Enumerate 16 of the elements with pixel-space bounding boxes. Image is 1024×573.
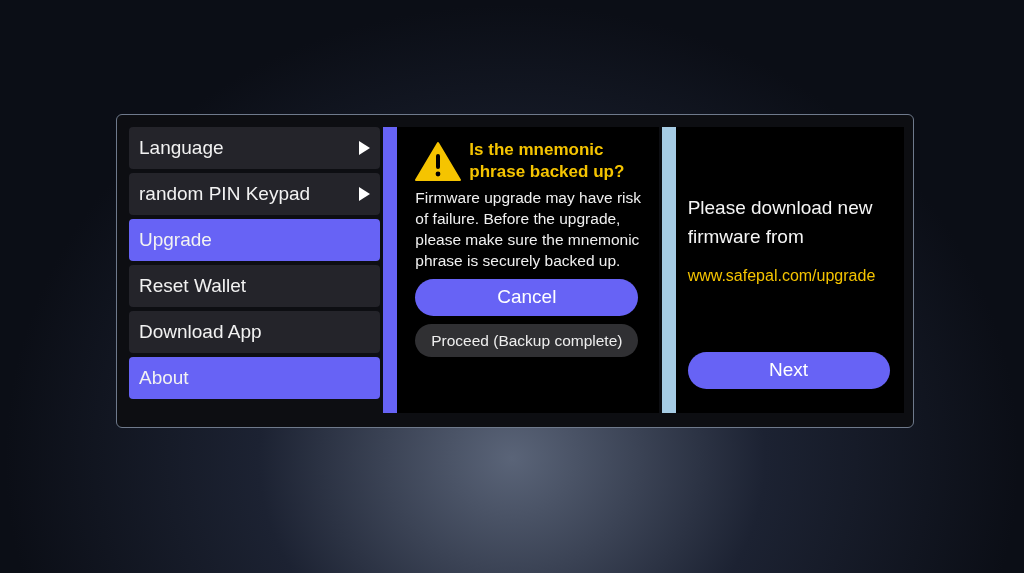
dialog-message: Firmware upgrade may have risk of failure. Before the upgrade, please make sure the mnemonic phrase is securely backed up. (415, 188, 643, 271)
cancel-button[interactable]: Cancel (415, 279, 639, 316)
menu-item[interactable]: random PIN Keypad (129, 173, 381, 215)
download-message: Please download new firmware from (687, 196, 874, 249)
menu-item[interactable]: About (129, 357, 381, 399)
triangle-arrow-icon (358, 141, 371, 155)
menu-item[interactable]: Language (129, 127, 381, 169)
menu-item[interactable]: Upgrade (129, 219, 381, 261)
warning-icon (415, 141, 462, 181)
download-link[interactable]: www.safepal.com/upgrade (687, 264, 876, 288)
dialog-title: Is the mnemonic phrase backed up? (469, 139, 625, 183)
proceed-button[interactable]: Proceed (Backup complete) (415, 324, 639, 357)
menu-item[interactable]: Reset Wallet (129, 265, 381, 307)
triangle-arrow-icon (358, 187, 371, 201)
menu-item[interactable]: Download App (129, 311, 381, 353)
next-button[interactable]: Next (687, 352, 890, 389)
